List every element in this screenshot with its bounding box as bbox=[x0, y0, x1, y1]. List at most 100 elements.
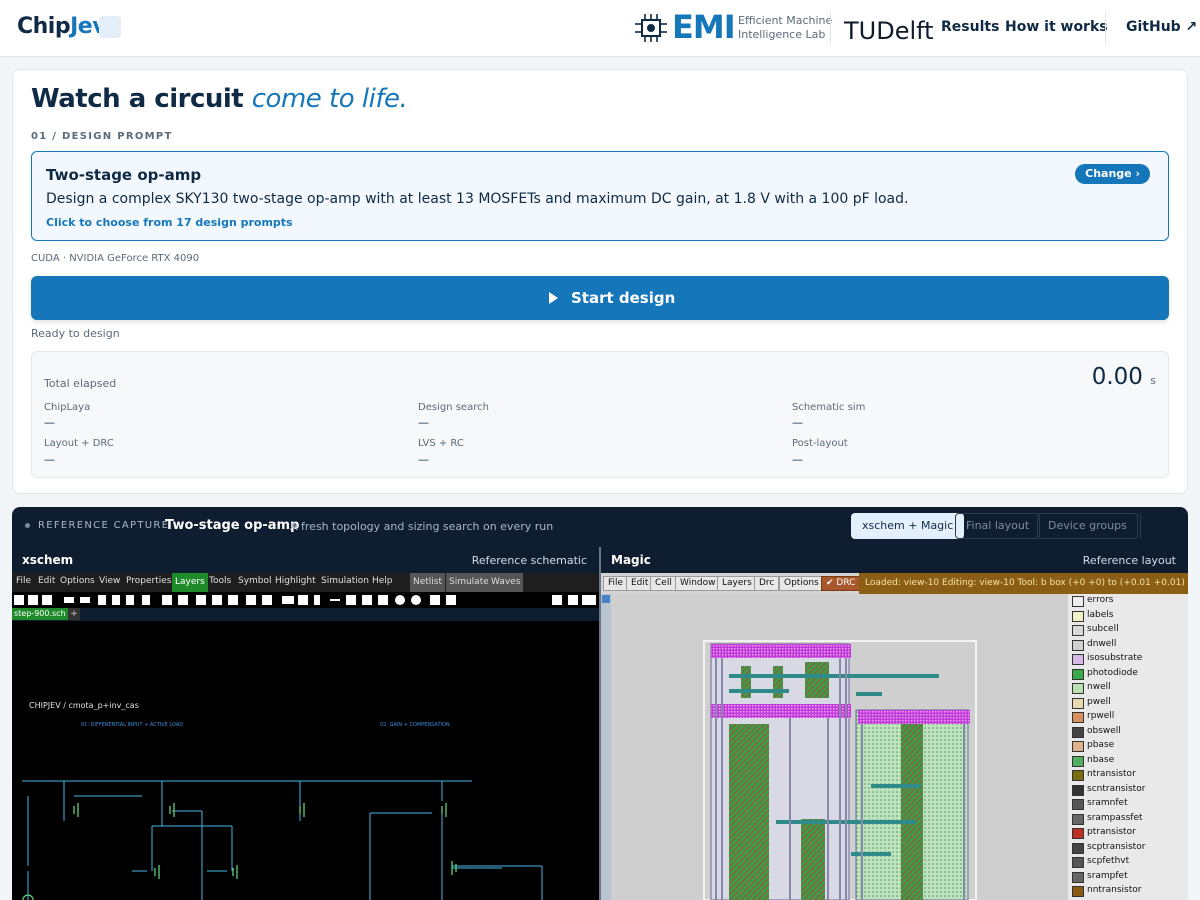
brand-logo[interactable]: ChipJev bbox=[17, 14, 107, 39]
xschem-menu-layers[interactable]: Layers bbox=[172, 573, 208, 592]
magic-status-bar: Loaded: view-10 Editing: view-10 Tool: b… bbox=[859, 573, 1188, 594]
timing-panel: Total elapsed 0.00 s ChipLaya — Design s… bbox=[31, 351, 1169, 478]
prompt-description: Design a complex SKY130 two-stage op-amp… bbox=[46, 191, 909, 207]
magic-menu-file[interactable]: File bbox=[603, 576, 629, 591]
xschem-menu-edit[interactable]: Edit bbox=[38, 576, 55, 586]
xschem-schematic-canvas[interactable]: CHIPJEV / cmota_p+inv_cas 01: DIFFERENTI… bbox=[12, 621, 599, 900]
magic-layer-palette: errors labels subcell dnwell isosubstrat… bbox=[1068, 594, 1188, 900]
magic-drc-toggle[interactable]: ✔ DRC bbox=[821, 576, 861, 591]
layer-name: nwell bbox=[1087, 682, 1111, 692]
tab-final-layout[interactable]: Final layout bbox=[955, 513, 1041, 539]
layer-name: isosubstrate bbox=[1087, 653, 1143, 663]
emi-lab-line-1: Efficient Machine bbox=[738, 14, 833, 27]
tab-device-groups[interactable]: Device groups bbox=[1037, 513, 1138, 539]
vertical-scrollbar[interactable] bbox=[601, 594, 611, 900]
layer-swatch bbox=[1072, 857, 1084, 868]
xschem-file-tab[interactable]: step-900.sch bbox=[12, 608, 68, 620]
magic-pane: Magic Reference layout File Edit Cell Wi… bbox=[601, 547, 1188, 900]
layer-swatch bbox=[1072, 842, 1084, 854]
xschem-menu-file[interactable]: File bbox=[16, 576, 31, 586]
layer-name: labels bbox=[1087, 609, 1114, 620]
xschem-menu-tools[interactable]: Tools bbox=[209, 576, 231, 586]
step-label: 01 / DESIGN PROMPT bbox=[31, 131, 173, 142]
layout-geometry bbox=[703, 640, 977, 900]
xschem-waves-button[interactable]: Waves bbox=[488, 573, 524, 592]
reference-capture-panel: REFERENCE CAPTURE Two-stage op-amp A fre… bbox=[12, 507, 1188, 900]
nav-github[interactable]: GitHub ↗ bbox=[1126, 19, 1197, 35]
brand-chip-icon bbox=[99, 16, 121, 38]
layer-swatch bbox=[1072, 639, 1084, 651]
layer-swatch bbox=[1072, 712, 1084, 723]
status-dot-icon bbox=[25, 523, 30, 528]
stage-value: — bbox=[792, 453, 803, 466]
xschem-menu-highlight[interactable]: Highlight bbox=[275, 576, 316, 586]
magic-menubar: File Edit Cell Window Layers Drc Options… bbox=[601, 573, 1188, 594]
scroll-up-icon[interactable] bbox=[602, 595, 610, 603]
total-elapsed-value: 0.00 s bbox=[1092, 364, 1156, 390]
reference-title: Two-stage op-amp bbox=[165, 518, 300, 533]
layer-swatch bbox=[1072, 654, 1084, 665]
layer-name: obswell bbox=[1087, 725, 1121, 736]
magic-menu-options[interactable]: Options bbox=[779, 576, 824, 591]
layer-swatch bbox=[1072, 668, 1084, 680]
pane-name: xschem bbox=[22, 553, 74, 567]
xschem-toolbar[interactable] bbox=[12, 592, 599, 608]
layer-name: ntransistor bbox=[1087, 769, 1136, 779]
magic-menu-window[interactable]: Window bbox=[675, 576, 721, 591]
magic-menu-cell[interactable]: Cell bbox=[650, 576, 677, 591]
nav-results[interactable]: Results bbox=[941, 19, 999, 35]
xschem-menu-symbol[interactable]: Symbol bbox=[238, 576, 272, 586]
prompt-title: Two-stage op-amp bbox=[46, 166, 202, 184]
xschem-menubar: File Edit Options View Properties Layers… bbox=[12, 573, 599, 592]
xschem-menu-properties[interactable]: Properties bbox=[126, 576, 171, 586]
divider bbox=[1105, 12, 1106, 44]
change-prompt-button[interactable]: Change › bbox=[1075, 164, 1150, 184]
xschem-menu-view[interactable]: View bbox=[99, 576, 120, 586]
total-elapsed-label: Total elapsed bbox=[44, 377, 117, 390]
layer-swatch bbox=[1072, 625, 1084, 636]
design-prompt-selector[interactable]: Two-stage op-amp Design a complex SKY130… bbox=[31, 151, 1169, 241]
prompt-hint[interactable]: Click to choose from 17 design prompts bbox=[46, 216, 293, 229]
layer-name: scptransistor bbox=[1087, 841, 1146, 852]
xschem-simulate-button[interactable]: Simulate bbox=[446, 573, 492, 592]
xschem-menu-options[interactable]: Options bbox=[60, 576, 95, 586]
xschem-menu-simulation[interactable]: Simulation bbox=[321, 576, 369, 586]
layer-name: scntransistor bbox=[1087, 783, 1146, 794]
stage-label: LVS + RC bbox=[418, 438, 464, 449]
layer-swatch bbox=[1072, 828, 1084, 839]
tab-xschem-magic[interactable]: xschem + Magic bbox=[851, 513, 965, 539]
total-elapsed-unit: s bbox=[1150, 374, 1156, 387]
layer-name: srampassfet bbox=[1087, 812, 1143, 823]
nav-how-it-works[interactable]: How it works bbox=[1005, 19, 1108, 35]
pane-tag: Reference layout bbox=[1082, 554, 1176, 567]
xschem-netlist-button[interactable]: Netlist bbox=[410, 573, 446, 592]
layer-swatch bbox=[1072, 784, 1084, 796]
layer-name: scpfethvt bbox=[1087, 856, 1130, 866]
stage-value: — bbox=[44, 416, 55, 429]
stage-value: — bbox=[418, 416, 429, 429]
pane-tag: Reference schematic bbox=[471, 554, 587, 567]
add-tab-button[interactable]: + bbox=[68, 608, 80, 620]
pane-header: Magic Reference layout bbox=[601, 547, 1188, 573]
layer-swatch bbox=[1072, 799, 1084, 810]
layer-name: pwell bbox=[1087, 696, 1111, 707]
reference-subtitle: A fresh topology and sizing search on ev… bbox=[290, 520, 554, 533]
magic-menu-layers[interactable]: Layers bbox=[717, 576, 757, 591]
layer-swatch bbox=[1072, 741, 1084, 752]
reference-kicker: REFERENCE CAPTURE bbox=[38, 520, 170, 531]
pane-name: Magic bbox=[611, 553, 651, 567]
brand-name-part: Chip bbox=[17, 14, 71, 39]
divider bbox=[830, 12, 831, 44]
stage-label: ChipLaya bbox=[44, 402, 91, 413]
layer-swatch bbox=[1072, 610, 1084, 622]
start-design-button[interactable]: Start design bbox=[31, 276, 1169, 320]
headline-accent: come to life. bbox=[251, 84, 408, 114]
stage-value: — bbox=[418, 453, 429, 466]
xschem-menu-help[interactable]: Help bbox=[372, 576, 393, 586]
magic-menu-drc[interactable]: Drc bbox=[754, 576, 780, 591]
pane-header: xschem Reference schematic bbox=[12, 547, 599, 573]
emi-lab-name: Efficient Machine Intelligence Lab bbox=[738, 14, 832, 42]
stage-label: Layout + DRC bbox=[44, 438, 114, 449]
layer-name: nntransistor bbox=[1087, 885, 1142, 895]
layer-name: pbase bbox=[1087, 740, 1115, 750]
